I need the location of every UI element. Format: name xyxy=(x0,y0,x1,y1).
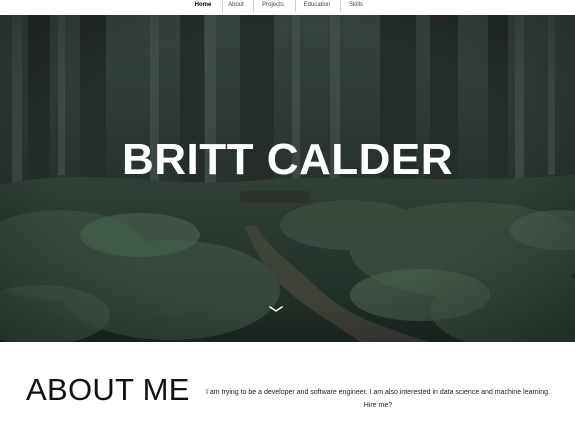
hero-title: BRITT CALDER xyxy=(121,135,454,185)
nav-divider xyxy=(295,0,296,12)
about-heading: ABOUT ME xyxy=(26,372,190,407)
hero-section: BRITT CALDER xyxy=(0,15,575,342)
page: Home About Projects Education Skills BRI… xyxy=(0,0,575,436)
nav-item-projects[interactable]: Projects xyxy=(255,0,291,12)
chevron-down-icon[interactable] xyxy=(268,304,284,314)
nav-item-about[interactable]: About xyxy=(223,0,249,12)
nav-item-home[interactable]: Home xyxy=(188,0,218,12)
hire-me-link[interactable]: Hire me? xyxy=(196,400,560,412)
nav-item-education[interactable]: Education xyxy=(298,0,336,12)
about-description: I am trying to be a developer and softwa… xyxy=(206,389,550,396)
nav-item-skills[interactable]: Skills xyxy=(342,0,370,12)
top-nav: Home About Projects Education Skills xyxy=(0,0,575,15)
nav-divider xyxy=(253,0,254,12)
about-section: ABOUT ME I am trying to be a developer a… xyxy=(0,342,575,436)
nav-divider xyxy=(340,0,341,12)
